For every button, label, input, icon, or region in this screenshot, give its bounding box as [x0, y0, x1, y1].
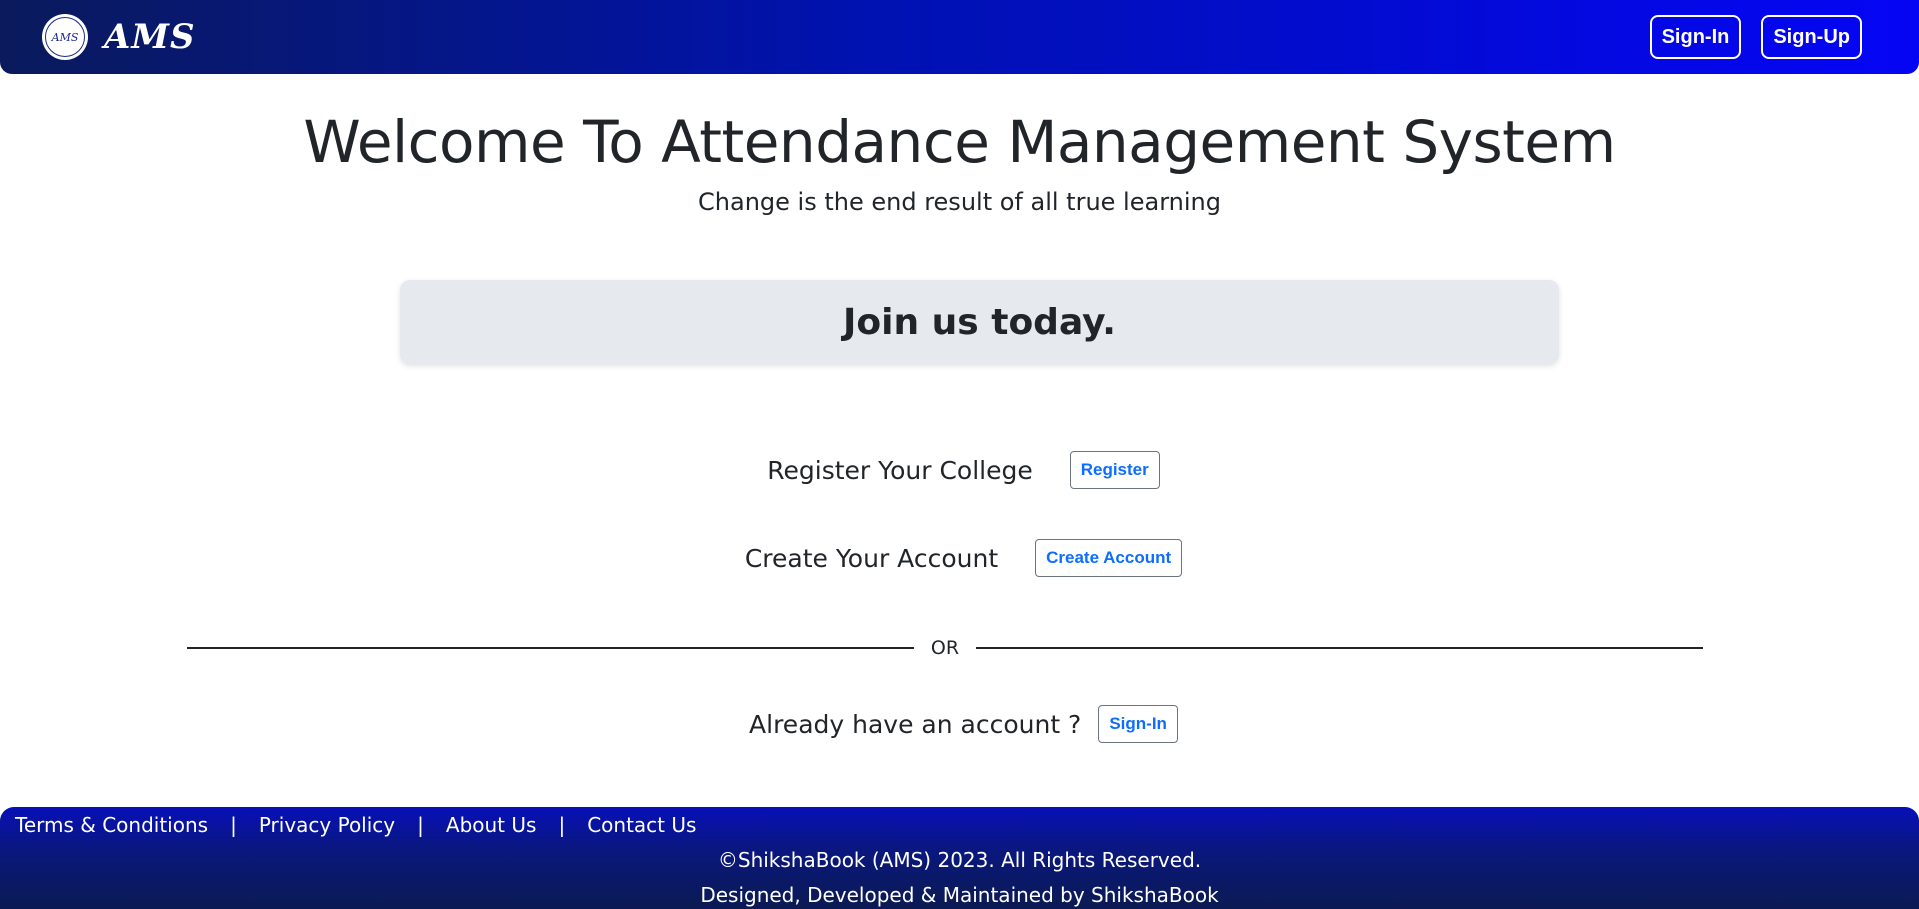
signin-row: Already have an account ? Sign-In [0, 704, 1919, 744]
footer-links: Terms & Conditions | Privacy Policy | Ab… [15, 813, 696, 837]
header-signup-button[interactable]: Sign-Up [1761, 15, 1862, 59]
footer-link-contact[interactable]: Contact Us [587, 813, 696, 837]
register-college-label: Register Your College [767, 455, 1033, 485]
logo-text: AMS [45, 17, 85, 57]
signin-button[interactable]: Sign-In [1098, 705, 1178, 743]
footer-copyright: ©ShikshaBook (AMS) 2023. All Rights Rese… [717, 848, 1202, 872]
page-subtitle: Change is the end result of all true lea… [698, 188, 1221, 216]
already-account-label: Already have an account ? [749, 709, 1082, 739]
top-navbar: AMS AMS Sign-In Sign-Up [0, 0, 1919, 74]
divider-line-right [976, 647, 1704, 649]
nav-buttons: Sign-In Sign-Up [1649, 15, 1862, 59]
or-divider: OR [187, 636, 1704, 660]
register-button[interactable]: Register [1069, 451, 1160, 489]
footer-separator: | [558, 813, 566, 837]
footer-separator: | [417, 813, 424, 837]
register-college-row: Register Your College Register [0, 450, 1919, 490]
create-account-row: Create Your Account Create Account [0, 538, 1919, 578]
page-title: Welcome To Attendance Management System [303, 108, 1616, 176]
footer-credit: Designed, Developed & Maintained by Shik… [700, 883, 1219, 907]
divider-line-left [187, 647, 914, 649]
join-banner-text: Join us today. [843, 301, 1116, 343]
brand-link[interactable]: AMS AMS [42, 14, 196, 60]
ams-logo-icon: AMS [42, 14, 88, 60]
footer-link-privacy[interactable]: Privacy Policy [259, 813, 395, 837]
header-signin-button[interactable]: Sign-In [1649, 15, 1742, 59]
create-account-label: Create Your Account [744, 543, 999, 573]
create-account-button[interactable]: Create Account [1035, 539, 1183, 577]
footer-separator: | [230, 813, 237, 837]
footer-link-terms[interactable]: Terms & Conditions [15, 813, 208, 837]
or-text: OR [930, 637, 960, 659]
footer: Terms & Conditions | Privacy Policy | Ab… [0, 807, 1919, 909]
brand-name: AMS [104, 17, 196, 57]
footer-link-about[interactable]: About Us [446, 813, 537, 837]
join-banner: Join us today. [400, 280, 1559, 364]
